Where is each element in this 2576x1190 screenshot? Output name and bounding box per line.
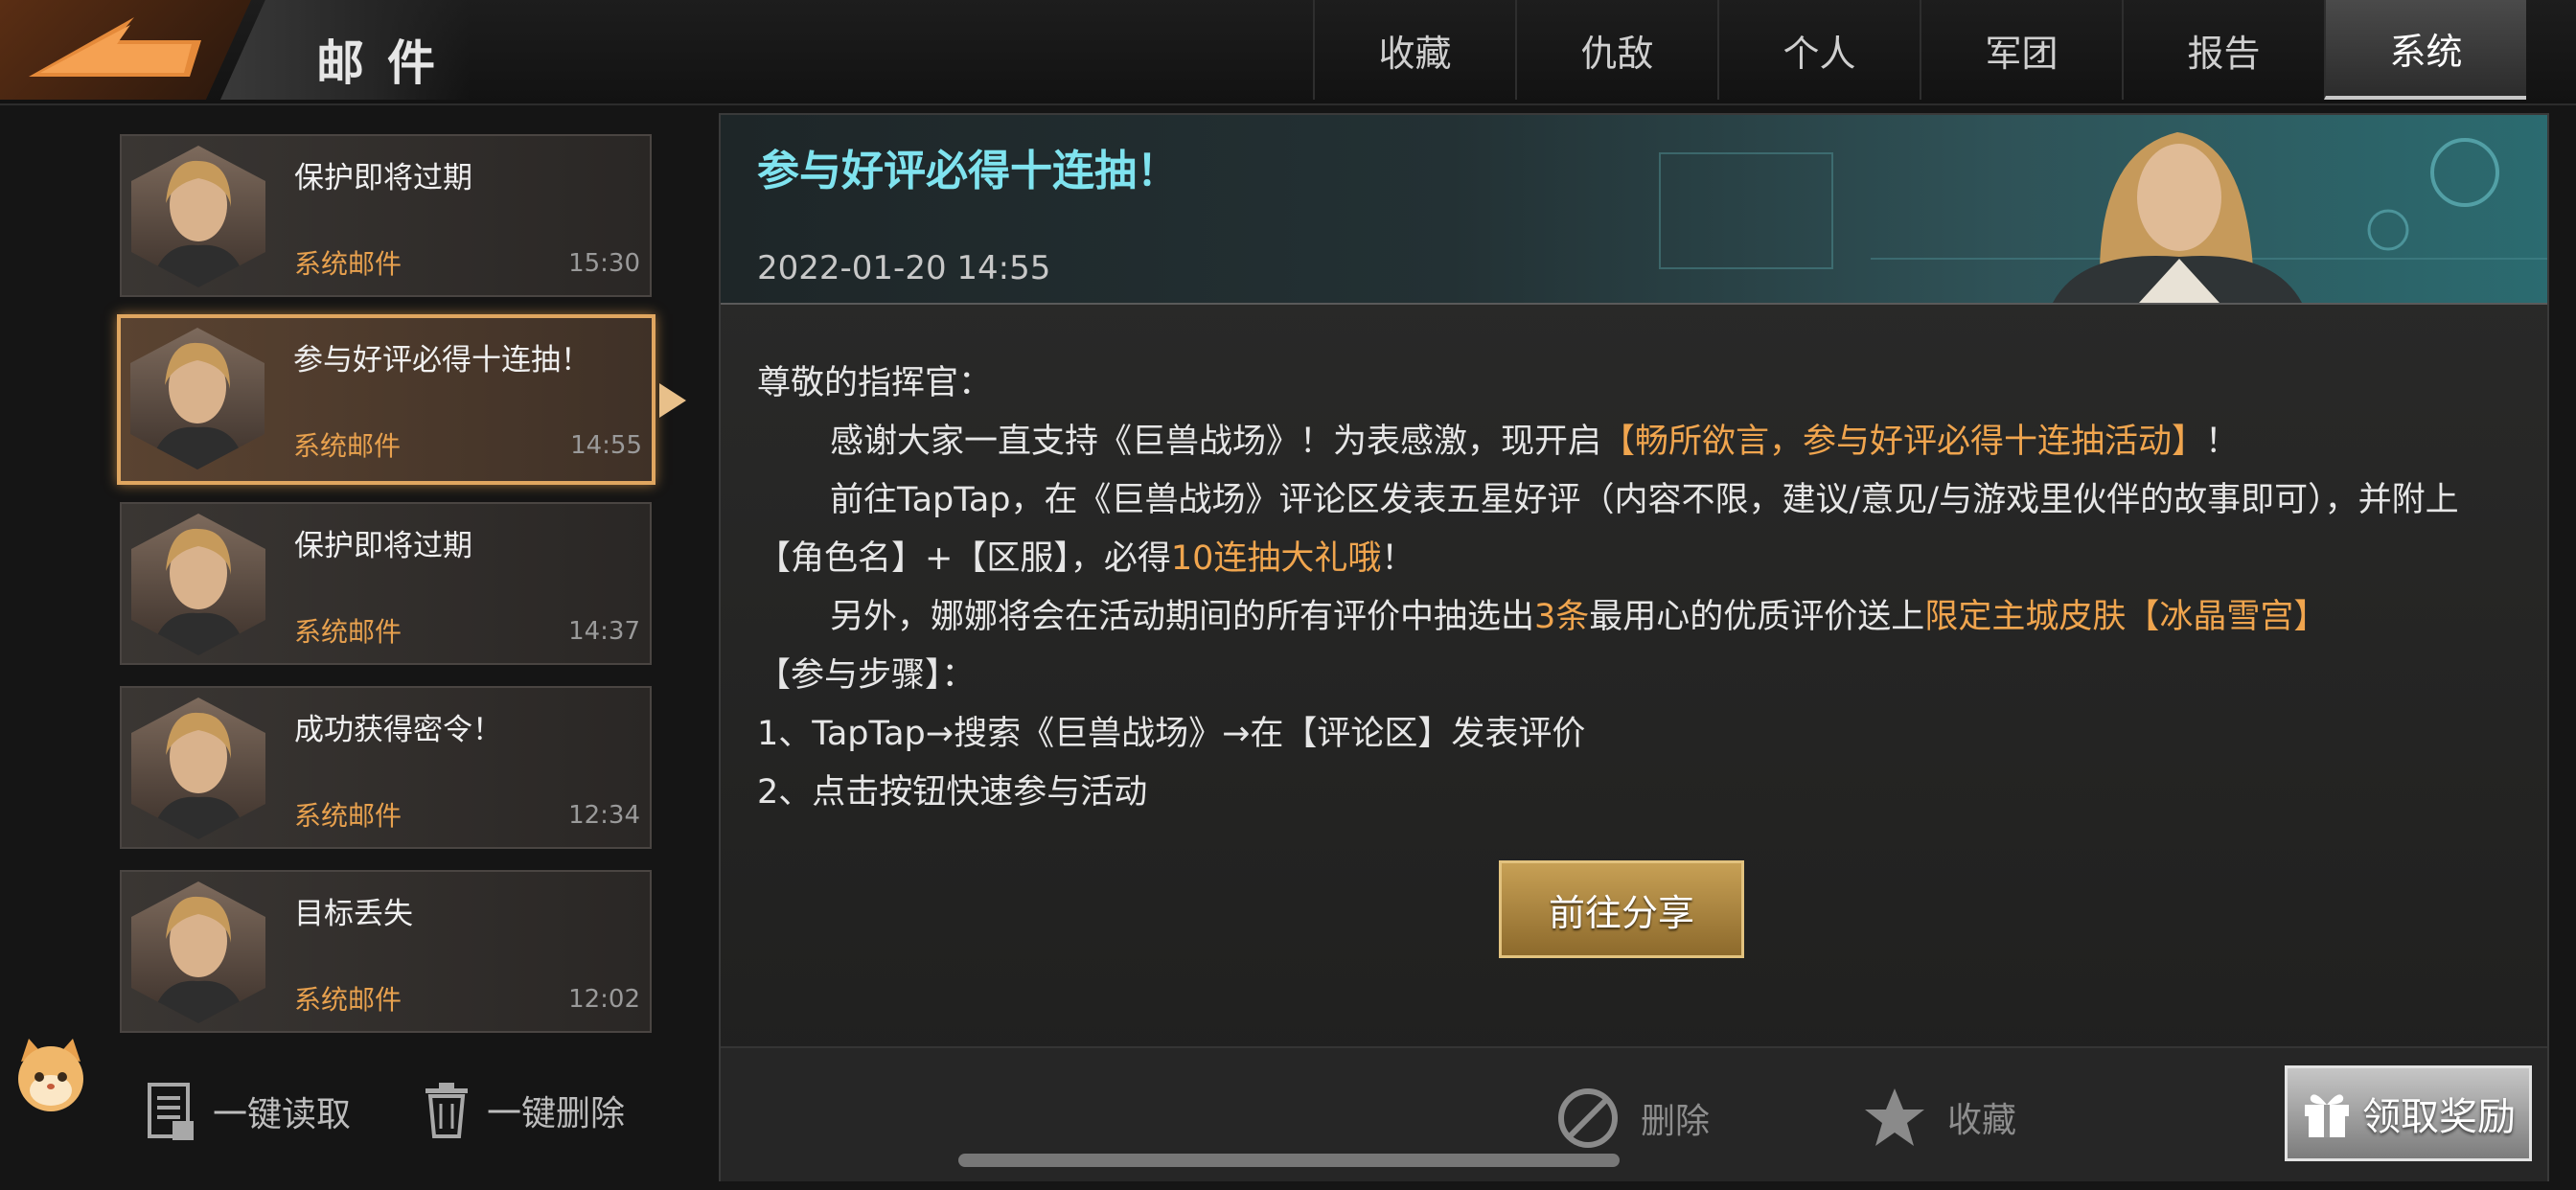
step-2: 2、点击按钮快速参与活动 xyxy=(757,773,1148,812)
mail-time: 12:02 xyxy=(568,985,640,1014)
tab-enemies[interactable]: 仇敌 xyxy=(1515,0,1717,100)
category-tabs: 收藏 仇敌 个人 军团 报告 系统 xyxy=(1313,0,2526,100)
claim-label: 领取奖励 xyxy=(2362,1095,2516,1139)
star-icon xyxy=(1865,1088,1924,1146)
mail-date: 2022-01-20 14:55 xyxy=(757,249,1051,287)
mail-body: 尊敬的指挥官： 感谢大家一直支持《巨兽战场》！为表感激，现开启【畅所欲言，参与好… xyxy=(757,355,2511,822)
sender-avatar xyxy=(130,328,264,469)
favorite-button[interactable]: 收藏 xyxy=(1863,1087,2016,1148)
gift-icon xyxy=(2305,1094,2349,1137)
mail-sender: 系统邮件 xyxy=(294,800,402,832)
delete-label: 删除 xyxy=(1641,1102,1711,1141)
cat-assistant-icon[interactable] xyxy=(8,1033,94,1123)
tab-system[interactable]: 系统 xyxy=(2324,0,2526,100)
highlight-text: 3条 xyxy=(1534,598,1590,636)
delete-button[interactable]: 删除 xyxy=(1556,1087,1710,1150)
mail-sender: 系统邮件 xyxy=(294,984,402,1016)
favorite-label: 收藏 xyxy=(1947,1101,2017,1140)
mail-time: 12:34 xyxy=(568,801,640,830)
mail-time: 14:37 xyxy=(568,617,640,646)
tab-personal[interactable]: 个人 xyxy=(1717,0,1920,100)
mail-item-selected[interactable]: 参与好评必得十连抽！ 系统邮件 14:55 xyxy=(117,314,656,485)
mail-detail-panel: 参与好评必得十连抽！ 2022-01-20 14:55 尊敬的指挥官： 感谢大家… xyxy=(719,113,2549,1181)
paragraph-1: 感谢大家一直支持《巨兽战场》！为表感激，现开启【畅所欲言，参与好评必得十连抽活动… xyxy=(830,423,2240,461)
commander-portrait xyxy=(2053,132,2302,303)
tab-legion[interactable]: 军团 xyxy=(1920,0,2122,100)
trash-icon xyxy=(426,1083,468,1138)
read-all-button[interactable]: 一键读取 xyxy=(144,1081,351,1142)
sender-avatar xyxy=(131,698,265,839)
read-all-label: 一键读取 xyxy=(213,1095,352,1134)
steps-title: 【参与步骤】： xyxy=(757,656,976,695)
highlight-text: 【畅所欲言，参与好评必得十连抽活动】 xyxy=(1601,423,2206,461)
delete-all-label: 一键删除 xyxy=(487,1094,626,1133)
paragraph-2: 前往TapTap，在《巨兽战场》评论区发表五星好评（内容不限，建议/意见/与游戏… xyxy=(757,481,2459,578)
greeting: 尊敬的指挥官： xyxy=(757,364,993,402)
mail-subject: 保护即将过期 xyxy=(294,161,472,195)
mail-sender: 系统邮件 xyxy=(293,430,402,462)
share-button[interactable]: 前往分享 xyxy=(1499,860,1744,958)
mail-title: 参与好评必得十连抽！ xyxy=(757,147,1179,195)
mail-item[interactable]: 目标丢失 系统邮件 12:02 xyxy=(120,870,652,1033)
mail-sender: 系统邮件 xyxy=(294,248,402,280)
top-bar: 邮件 收藏 仇敌 个人 军团 报告 系统 xyxy=(0,0,2576,105)
mail-time: 14:55 xyxy=(570,431,642,460)
delete-all-button[interactable]: 一键删除 xyxy=(422,1081,625,1140)
tab-reports[interactable]: 报告 xyxy=(2122,0,2324,100)
mail-list: 保护即将过期 系统邮件 15:30 参与好评必得十连抽！ 系统邮件 14:55 … xyxy=(117,134,656,1054)
mail-subject: 参与好评必得十连抽！ xyxy=(293,343,590,378)
step-1: 1、TapTap→搜索《巨兽战场》→在【评论区】发表评价 xyxy=(757,715,1586,753)
tab-favorites[interactable]: 收藏 xyxy=(1313,0,1515,100)
sender-avatar xyxy=(131,881,265,1023)
paragraph-3: 另外，娜娜将会在活动期间的所有评价中抽选出3条最用心的优质评价送上限定主城皮肤【… xyxy=(830,598,2328,636)
selected-indicator-icon xyxy=(659,383,686,418)
mail-subject: 成功获得密令！ xyxy=(294,713,502,747)
mail-item[interactable]: 保护即将过期 系统邮件 15:30 xyxy=(120,134,652,297)
mail-sender: 系统邮件 xyxy=(294,616,402,648)
mail-item[interactable]: 保护即将过期 系统邮件 14:37 xyxy=(120,502,652,665)
mail-subject: 保护即将过期 xyxy=(294,529,472,563)
highlight-text: 限定主城皮肤【冰晶雪宫】 xyxy=(1924,598,2328,636)
mail-time: 15:30 xyxy=(568,249,640,278)
mail-banner: 参与好评必得十连抽！ 2022-01-20 14:55 xyxy=(721,115,2547,305)
mail-subject: 目标丢失 xyxy=(294,897,413,931)
claim-reward-button[interactable]: 领取奖励 xyxy=(2285,1065,2532,1161)
sender-avatar xyxy=(131,146,265,287)
back-button[interactable] xyxy=(0,0,251,100)
page-title: 邮件 xyxy=(316,35,458,91)
sender-avatar xyxy=(131,514,265,655)
document-icon xyxy=(148,1083,194,1140)
highlight-text: 10连抽大礼哦 xyxy=(1170,539,1382,578)
home-indicator[interactable] xyxy=(958,1154,1620,1167)
prohibit-icon xyxy=(1558,1088,1618,1148)
mail-item[interactable]: 成功获得密令！ 系统邮件 12:34 xyxy=(120,686,652,849)
back-arrow-icon xyxy=(29,17,201,77)
